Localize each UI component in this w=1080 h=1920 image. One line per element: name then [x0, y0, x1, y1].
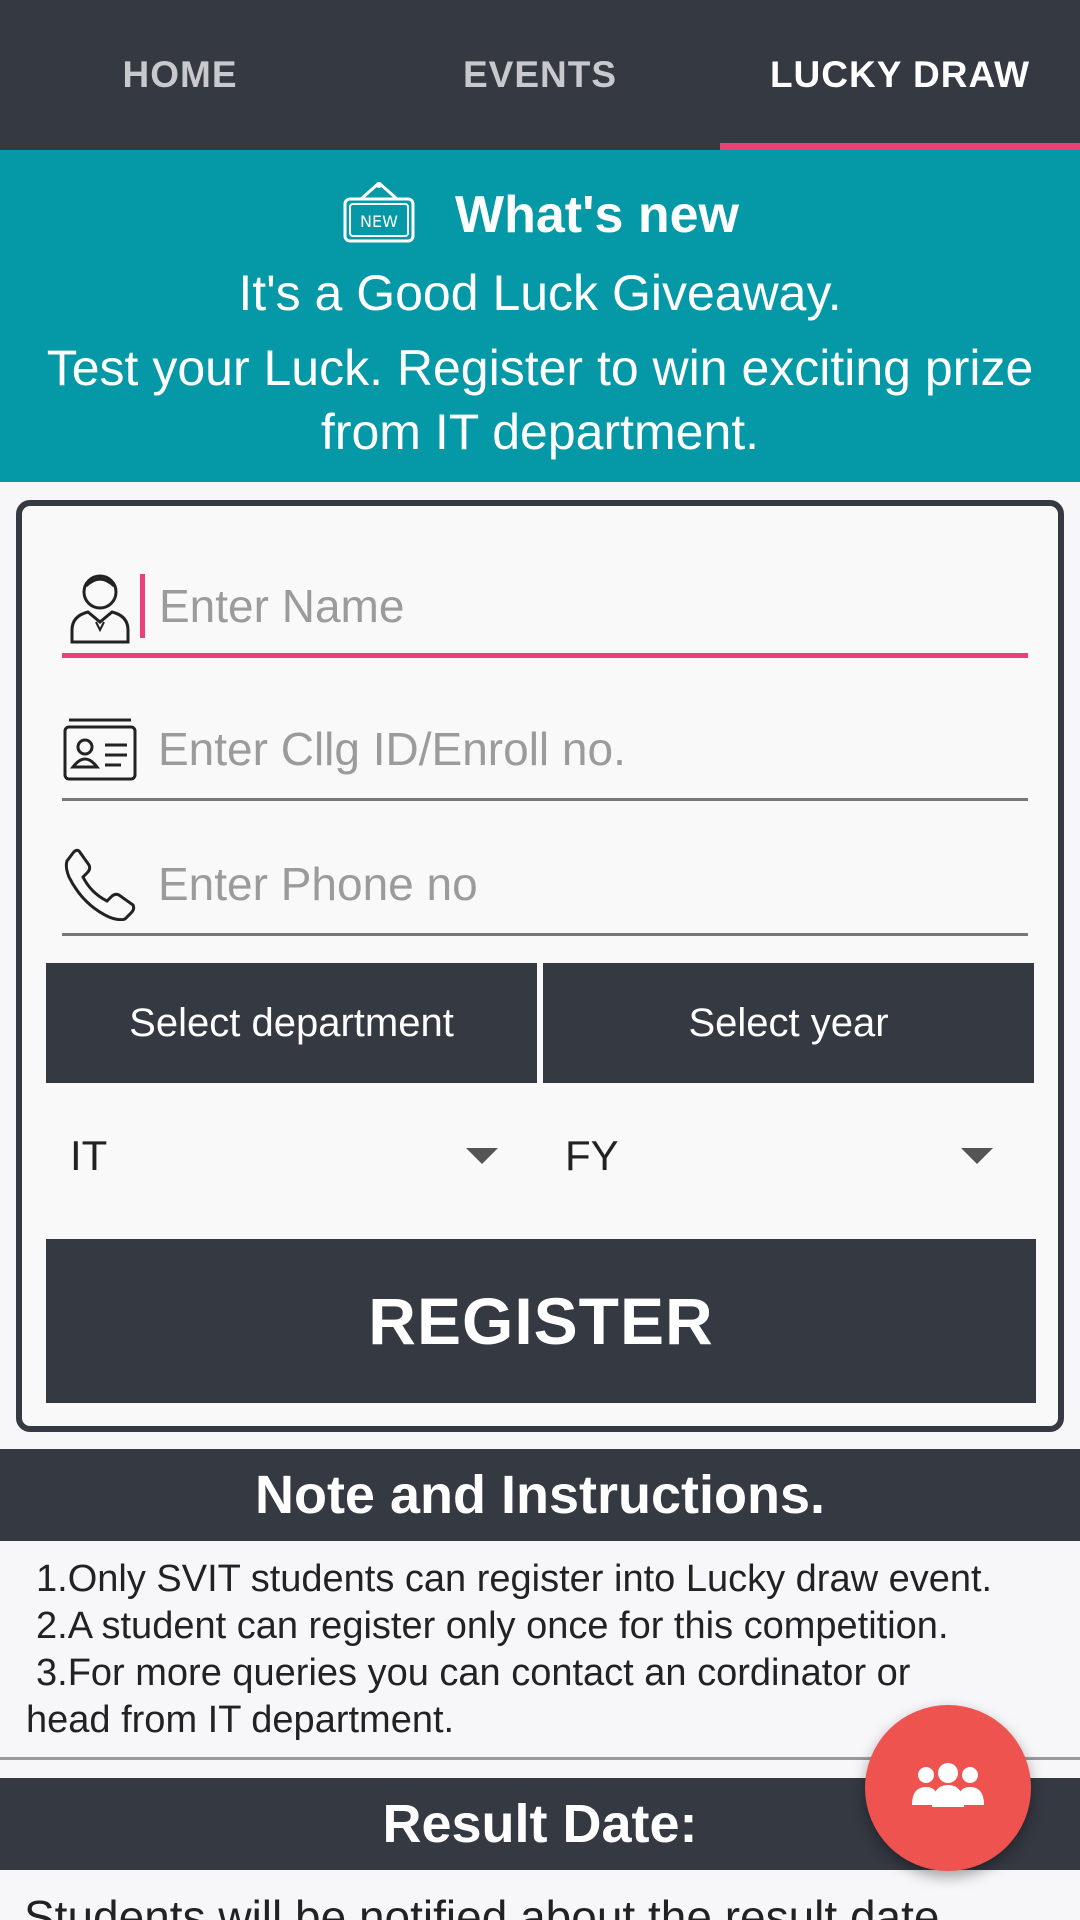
year-dropdown[interactable]: FY: [565, 1116, 1005, 1196]
tab-bar: HOME EVENTS LUCKY DRAW: [0, 0, 1080, 150]
registration-card: Select department Select year IT FY REGI…: [16, 500, 1064, 1432]
chevron-down-icon: [961, 1148, 993, 1164]
select-year-button[interactable]: Select year: [543, 963, 1034, 1083]
tab-events[interactable]: EVENTS: [360, 0, 720, 150]
group-icon: [910, 1762, 986, 1814]
tab-lucky-draw[interactable]: LUCKY DRAW: [720, 0, 1080, 150]
year-value: FY: [565, 1132, 619, 1179]
new-sign-icon: NEW: [341, 181, 417, 250]
group-fab-button[interactable]: [865, 1705, 1031, 1871]
banner-description: Test your Luck. Register to win exciting…: [46, 340, 1034, 460]
college-id-input[interactable]: [158, 722, 978, 776]
name-underline: [62, 653, 1028, 658]
select-department-button[interactable]: Select department: [46, 963, 537, 1083]
instruction-item: 3.For more queries you can contact an co…: [36, 1652, 911, 1694]
phone-input[interactable]: [158, 857, 978, 911]
id-card-icon: [62, 711, 138, 787]
notes-heading: Note and Instructions.: [0, 1449, 1080, 1541]
banner-title: What's new: [455, 186, 739, 244]
whats-new-banner: NEW What's new It's a Good Luck Giveaway…: [0, 150, 1080, 482]
register-button[interactable]: REGISTER: [46, 1239, 1036, 1403]
result-text: Students will be notified about the resu…: [24, 1891, 940, 1920]
phone-field[interactable]: [62, 844, 1028, 936]
person-icon: [62, 568, 138, 644]
department-value: IT: [70, 1132, 108, 1179]
instruction-item: 2.A student can register only once for t…: [36, 1605, 949, 1647]
chevron-down-icon: [466, 1148, 498, 1164]
department-dropdown[interactable]: IT: [70, 1116, 510, 1196]
phone-icon: [62, 846, 138, 922]
tab-home[interactable]: HOME: [0, 0, 360, 150]
name-field[interactable]: [62, 566, 1028, 658]
phone-underline: [62, 933, 1028, 936]
college-id-field[interactable]: [62, 709, 1028, 801]
college-id-underline: [62, 798, 1028, 801]
new-sign-text: NEW: [360, 212, 398, 231]
text-cursor: [140, 574, 145, 638]
banner-subtitle: It's a Good Luck Giveaway.: [238, 265, 842, 321]
instruction-item: 1.Only SVIT students can register into L…: [36, 1558, 993, 1600]
name-input[interactable]: [159, 579, 979, 633]
